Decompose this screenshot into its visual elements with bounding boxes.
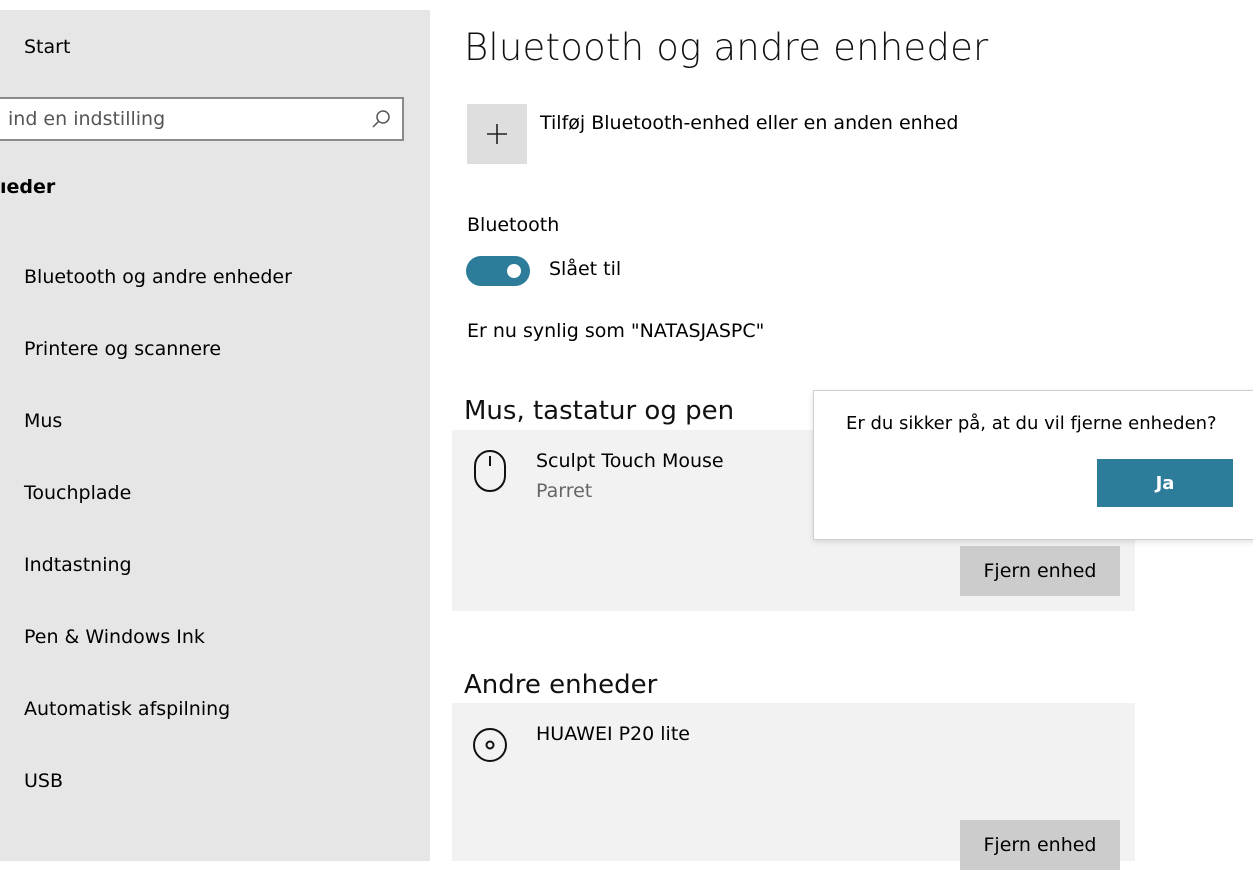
page-title: Bluetooth og andre enheder (464, 26, 989, 69)
device-name: Sculpt Touch Mouse (536, 450, 724, 472)
sidebar-item-touchpad[interactable]: Touchplade (0, 464, 430, 536)
device-card-huawei[interactable]: HUAWEI P20 lite Fjern enhed (452, 703, 1135, 870)
search-box[interactable] (0, 97, 404, 141)
toggle-knob (507, 264, 521, 278)
sidebar-item-pen[interactable]: Pen & Windows Ink (0, 608, 430, 680)
sidebar: Start ıeder Bluetooth og andre enheder P… (0, 10, 430, 861)
confirm-yes-button[interactable]: Ja (1097, 459, 1233, 507)
add-device-button[interactable] (467, 104, 527, 164)
search-input[interactable] (8, 99, 358, 139)
remove-device-button[interactable]: Fjern enhed (960, 546, 1120, 596)
sidebar-nav: Bluetooth og andre enheder Printere og s… (0, 248, 430, 824)
plus-icon (487, 124, 507, 144)
section-title-mouse-keyboard-pen: Mus, tastatur og pen (464, 396, 735, 426)
confirm-question: Er du sikker på, at du vil fjerne enhede… (846, 413, 1217, 434)
search-icon[interactable] (370, 108, 392, 130)
discoverable-status: Er nu synlig som "NATASJASPC" (467, 320, 765, 342)
home-link[interactable]: Start (24, 36, 70, 58)
disc-device-icon (473, 728, 507, 762)
sidebar-item-usb[interactable]: USB (0, 752, 430, 824)
bluetooth-state-label: Slået til (549, 258, 622, 280)
mouse-icon (474, 450, 506, 492)
sidebar-section-heading: ıeder (0, 176, 56, 198)
device-name: HUAWEI P20 lite (536, 723, 690, 745)
sidebar-item-printers[interactable]: Printere og scannere (0, 320, 430, 392)
add-device-label[interactable]: Tilføj Bluetooth-enhed eller en anden en… (540, 112, 958, 134)
remove-confirm-flyout: Er du sikker på, at du vil fjerne enhede… (813, 390, 1253, 540)
bluetooth-label: Bluetooth (467, 214, 560, 236)
bluetooth-toggle[interactable] (466, 256, 530, 286)
sidebar-item-typing[interactable]: Indtastning (0, 536, 430, 608)
sidebar-item-bluetooth[interactable]: Bluetooth og andre enheder (0, 248, 430, 320)
device-status: Parret (536, 480, 593, 502)
sidebar-item-autoplay[interactable]: Automatisk afspilning (0, 680, 430, 752)
section-title-other-devices: Andre enheder (464, 670, 658, 700)
remove-device-button[interactable]: Fjern enhed (960, 820, 1120, 870)
sidebar-item-mouse[interactable]: Mus (0, 392, 430, 464)
